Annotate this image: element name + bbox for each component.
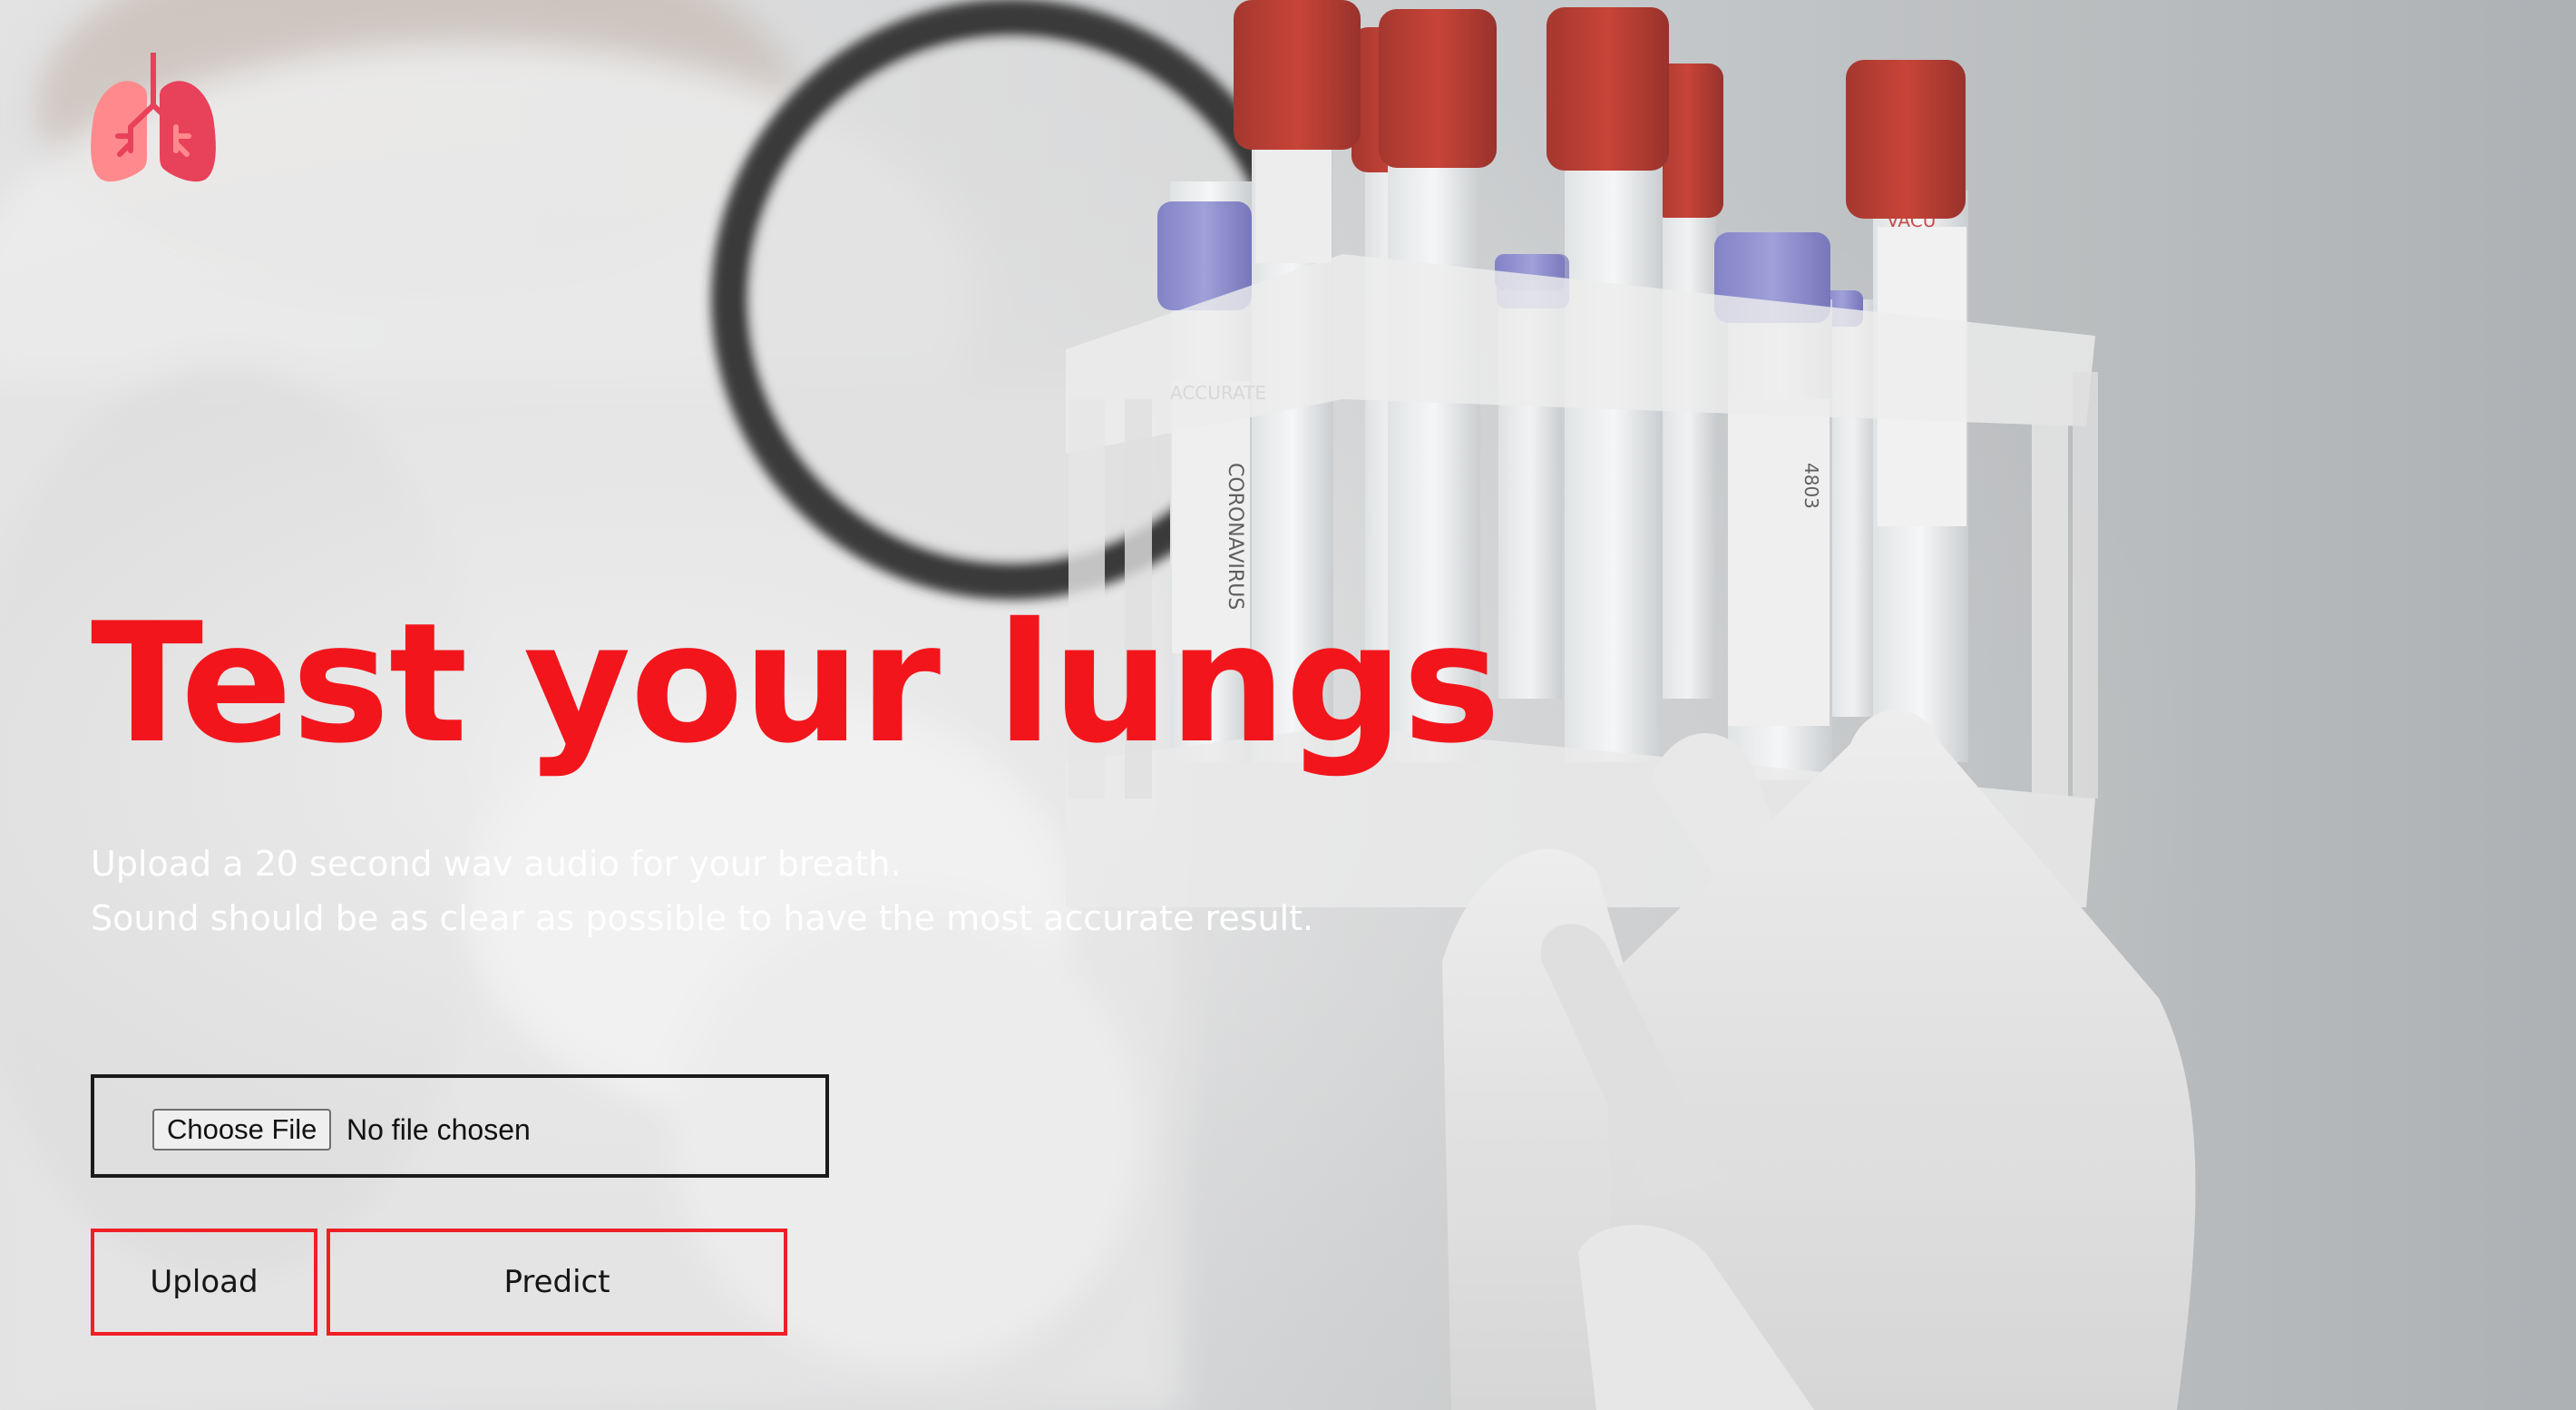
- subtitle-line-2: Sound should be as clear as possible to …: [91, 898, 1314, 938]
- file-input[interactable]: Choose File No file chosen: [91, 1074, 829, 1178]
- predict-button[interactable]: Predict: [327, 1229, 787, 1336]
- lungs-icon: [89, 50, 218, 185]
- page-subtitle: Upload a 20 second wav audio for your br…: [91, 837, 1313, 945]
- page-title: Test your lungs: [91, 587, 1501, 779]
- subtitle-line-1: Upload a 20 second wav audio for your br…: [91, 844, 902, 884]
- upload-button[interactable]: Upload: [91, 1229, 317, 1336]
- file-status-text: No file chosen: [346, 1113, 531, 1146]
- choose-file-button[interactable]: Choose File: [152, 1109, 332, 1151]
